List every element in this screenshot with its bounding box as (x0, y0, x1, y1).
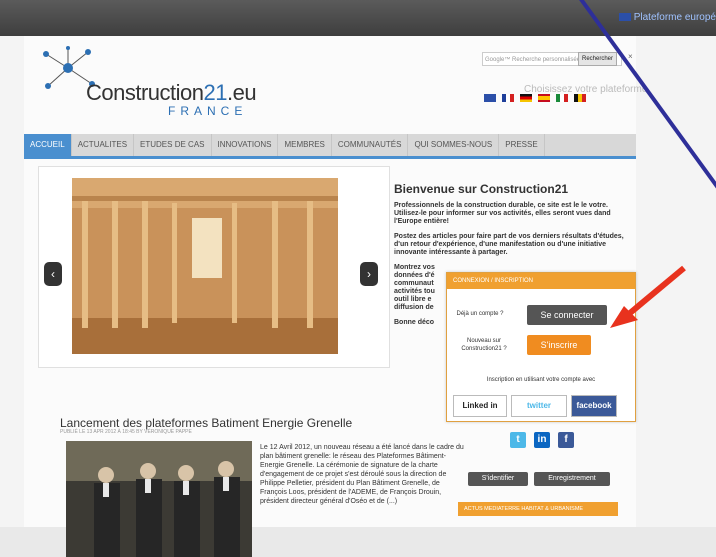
platform-link[interactable]: Plateforme europé (618, 12, 716, 23)
eu-flag-icon (618, 13, 631, 21)
login-panel: CONNEXION / INSCRIPTION Déjà un compte ?… (446, 272, 636, 422)
article-excerpt: Le 12 Avril 2012, un nouveau réseau a ét… (260, 444, 464, 505)
social-icons: t in f (510, 432, 574, 448)
already-account-label: Déjà un compte ? (456, 311, 504, 317)
register-button[interactable]: S'inscrire (527, 335, 591, 355)
logo-country: FRANCE (168, 104, 248, 118)
actus-header: ACTUS MEDIATERRE HABITAT & URBANISME (458, 502, 618, 516)
flag-eu-icon[interactable] (484, 94, 496, 102)
tab-accueil[interactable]: ACCUEIL (24, 134, 72, 156)
flag-es-icon[interactable] (538, 94, 550, 102)
facebook-signup-button[interactable]: facebook (571, 395, 617, 417)
connect-button[interactable]: Se connecter (527, 305, 607, 325)
conference-photo-illustration (66, 441, 252, 557)
language-flags (484, 94, 586, 102)
linkedin-signup-button[interactable]: Linked in (453, 395, 507, 417)
new-user-label: Nouveau sur Construction21 ? (461, 338, 507, 352)
logo-text: Construction21.eu (86, 80, 257, 105)
article-thumbnail[interactable] (66, 441, 252, 557)
twitter-signup-button[interactable]: twitter (511, 395, 567, 417)
search-button[interactable]: Rechercher (578, 52, 618, 66)
tab-actualites[interactable]: ACTUALITES (72, 134, 135, 156)
top-bar: Plateforme europé (0, 0, 716, 36)
main-nav: ACCUEIL ACTUALITES ETUDES DE CAS INNOVAT… (24, 134, 636, 159)
login-header: CONNEXION / INSCRIPTION (447, 273, 635, 289)
flag-be-icon[interactable] (574, 94, 586, 102)
tab-etudes-de-cas[interactable]: ETUDES DE CAS (134, 134, 212, 156)
search-clear-icon[interactable]: × (628, 52, 633, 61)
tab-innovations[interactable]: INNOVATIONS (212, 134, 279, 156)
welcome-title: Bienvenue sur Construction21 (394, 182, 569, 196)
tab-presse[interactable]: PRESSE (499, 134, 545, 156)
timber-frame-illustration (72, 178, 338, 354)
identify-button[interactable]: S'identifier (468, 472, 528, 486)
flag-de-icon[interactable] (520, 94, 532, 102)
flag-it-icon[interactable] (556, 94, 568, 102)
social-signup-label: Inscription en utilisant votre compte av… (486, 377, 596, 383)
tab-qui-sommes-nous[interactable]: QUI SOMMES-NOUS (408, 134, 500, 156)
tab-membres[interactable]: MEMBRES (278, 134, 332, 156)
welcome-paragraph-1: Professionnels de la construction durabl… (394, 202, 611, 225)
article-meta: PUBLIÉ LE 13 APR 2012 À 18:45 BY VÉRONIQ… (60, 429, 192, 435)
welcome-paragraph-2: Postez des articles pour faire part de v… (394, 233, 624, 256)
slider-photo[interactable] (72, 178, 338, 354)
tab-communautes[interactable]: COMMUNAUTÉS (332, 134, 409, 156)
flag-fr-icon[interactable] (502, 94, 514, 102)
facebook-icon[interactable]: f (558, 432, 574, 448)
twitter-icon[interactable]: t (510, 432, 526, 448)
site-logo[interactable]: Construction21.eu FRANCE (38, 46, 278, 118)
slider-prev-button[interactable]: ‹ (44, 262, 62, 286)
article-title[interactable]: Lancement des plateformes Batiment Energ… (60, 416, 352, 430)
slider-next-button[interactable]: › (360, 262, 378, 286)
linkedin-icon[interactable]: in (534, 432, 550, 448)
enregistrement-button[interactable]: Enregistrement (534, 472, 610, 486)
